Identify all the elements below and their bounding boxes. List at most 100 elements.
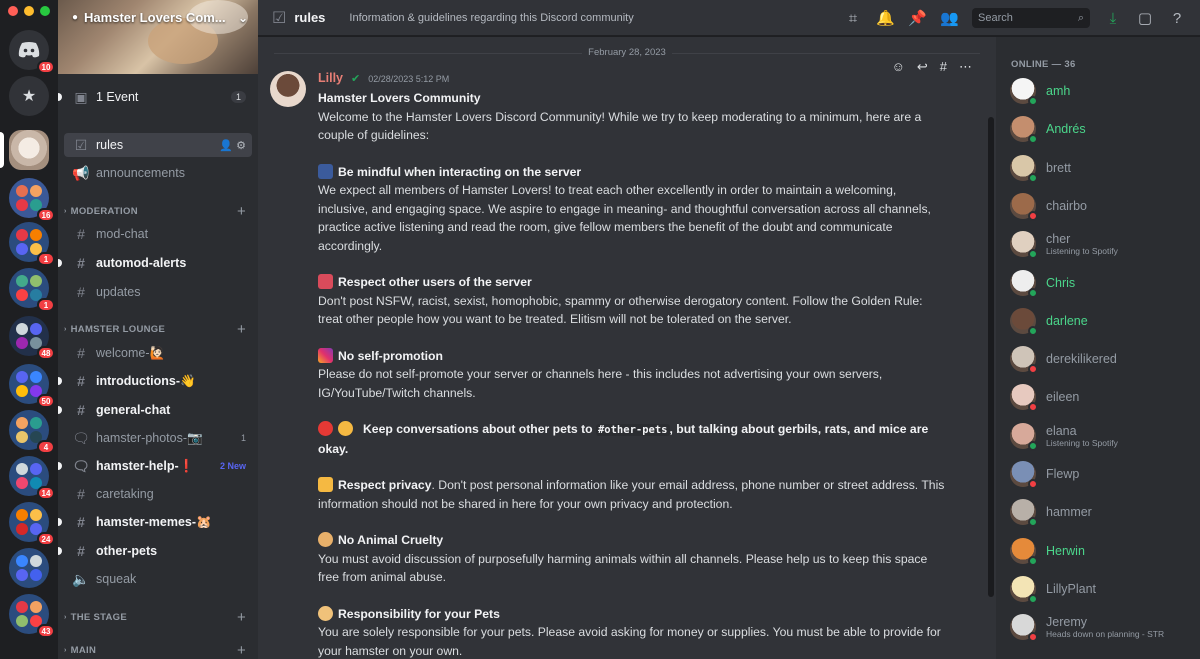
hash-icon: # (77, 486, 85, 502)
server-folder-6[interactable]: 4 (9, 410, 55, 454)
channel-caretaking[interactable]: # caretaking (64, 482, 252, 506)
channel-mod-chat[interactable]: # mod-chat (64, 222, 252, 246)
member-row[interactable]: LillyPlant (1010, 572, 1196, 606)
member-row[interactable]: eileen (1010, 380, 1196, 414)
channel-welcome[interactable]: # welcome-🙋🏻 (64, 341, 252, 365)
avatar[interactable] (1010, 499, 1038, 528)
inbox-icon[interactable]: ▢ (1136, 9, 1154, 27)
more-icon[interactable]: ⋯ (959, 59, 972, 75)
channel-hamster-help[interactable]: 🗨 hamster-help-❗ 2 New (58, 454, 252, 478)
channel-announcements[interactable]: 📢 announcements (64, 161, 252, 185)
avatar[interactable] (1010, 154, 1038, 183)
member-row[interactable]: Herwin (1010, 534, 1196, 568)
avatar[interactable] (1010, 614, 1038, 643)
avatar[interactable] (1010, 116, 1038, 145)
member-group-heading: ONLINE — 36 (1011, 59, 1076, 70)
server-folder-1[interactable]: 16 (9, 178, 55, 222)
add-channel-icon[interactable]: + (237, 609, 246, 626)
server-hamster-lovers[interactable] (9, 130, 49, 170)
avatar[interactable] (1010, 422, 1038, 451)
search-input[interactable]: Search ⌕ (972, 8, 1090, 28)
channel-hamster-memes[interactable]: # hamster-memes-🐹 (58, 510, 252, 534)
server-folder-10[interactable]: 43 (9, 594, 55, 638)
channel-updates[interactable]: # updates (64, 280, 252, 304)
close-window-button[interactable] (8, 6, 18, 16)
category-moderation[interactable]: › MODERATION + (64, 203, 252, 220)
forum-icon: 🗨 (72, 457, 90, 474)
message-area[interactable]: February 28, 2023 Lilly ✔ 02/28/2023 5:1… (258, 37, 996, 659)
avatar[interactable] (1010, 78, 1038, 106)
avatar[interactable] (1010, 346, 1038, 375)
member-name: amh (1046, 84, 1071, 98)
channel-hamster-photos[interactable]: 🗨 hamster-photos-📷 1 (64, 426, 252, 450)
reply-icon[interactable]: ↩ (917, 59, 928, 75)
download-icon[interactable]: ⤓ (1104, 10, 1122, 27)
member-row[interactable]: derekilikered (1010, 342, 1196, 376)
member-row[interactable]: darlene (1010, 304, 1196, 338)
server-folder-4[interactable]: 48 (9, 316, 55, 360)
channel-label: introductions-👋 (96, 373, 196, 388)
threads-icon[interactable]: ⌗ (844, 10, 862, 27)
rule-heading-text: Be mindful when interacting on the serve… (338, 164, 582, 179)
member-row[interactable]: chairbo (1010, 189, 1196, 223)
add-channel-icon[interactable]: + (237, 642, 246, 659)
member-row[interactable]: elana Listening to Spotify (1010, 419, 1196, 453)
member-row[interactable]: amh (1010, 74, 1196, 108)
channel-squeak[interactable]: 🔈 squeak (64, 567, 252, 591)
member-row[interactable]: Chris (1010, 266, 1196, 300)
zoom-window-button[interactable] (40, 6, 50, 16)
member-activity: Listening to Spotify (1046, 246, 1118, 257)
status-indicator (1028, 479, 1038, 489)
avatar[interactable] (270, 71, 306, 107)
server-name-button[interactable]: ● Hamster Lovers Com... ⌄ (72, 10, 248, 25)
member-row[interactable]: brett (1010, 151, 1196, 185)
help-icon[interactable]: ? (1168, 10, 1186, 27)
member-row[interactable]: cher Listening to Spotify (1010, 227, 1196, 261)
server-folder-2[interactable]: 1 (9, 222, 55, 266)
channel-automod-alerts[interactable]: # automod-alerts (58, 251, 252, 275)
server-folder-8[interactable]: 24 (9, 502, 55, 546)
avatar[interactable] (1010, 192, 1038, 221)
member-row[interactable]: Andrés (1010, 112, 1196, 146)
server-folder-5[interactable]: 50 (9, 364, 55, 408)
members-icon[interactable]: 👥 (940, 9, 959, 27)
add-channel-icon[interactable]: + (237, 321, 246, 338)
channel-mention[interactable]: #other-pets (595, 424, 670, 436)
member-row[interactable]: hammer (1010, 495, 1196, 529)
member-row[interactable]: Flewp (1010, 457, 1196, 491)
channel-topic[interactable]: Information & guidelines regarding this … (349, 12, 633, 24)
avatar[interactable] (1010, 307, 1038, 336)
events-row[interactable]: ▣ 1 Event 1 (58, 85, 252, 109)
member-row[interactable]: Jeremy Heads down on planning - STR (1010, 610, 1196, 644)
scrollbar[interactable] (988, 117, 994, 597)
pin-icon[interactable]: 📌 (908, 9, 927, 27)
server-folder-7[interactable]: 14 (9, 456, 55, 500)
message-author[interactable]: Lilly (318, 71, 343, 85)
server-folder-9[interactable] (9, 548, 49, 588)
category-the-stage[interactable]: › THE STAGE + (64, 609, 252, 626)
discover-button[interactable]: ★ (9, 76, 49, 116)
bell-icon[interactable]: 🔔 (876, 9, 895, 27)
invite-gear-icons[interactable]: 👤 ⚙ (219, 139, 246, 152)
avatar[interactable] (1010, 231, 1038, 260)
date-divider-label: February 28, 2023 (582, 47, 672, 58)
channel-general-chat[interactable]: # general-chat (58, 398, 252, 422)
avatar[interactable] (1010, 461, 1038, 489)
channel-rules[interactable]: ☑ rules 👤 ⚙ (64, 133, 252, 157)
add-channel-icon[interactable]: + (237, 203, 246, 220)
thread-icon[interactable]: # (940, 59, 947, 75)
channel-introductions[interactable]: # introductions-👋 (58, 369, 252, 393)
channel-other-pets[interactable]: # other-pets (58, 539, 252, 563)
calendar-icon: ▣ (74, 88, 88, 105)
category-hamster-lounge[interactable]: › HAMSTER LOUNGE + (64, 321, 252, 338)
avatar[interactable] (1010, 537, 1038, 566)
add-reaction-icon[interactable]: ☺ (892, 59, 905, 75)
message-intro: Welcome to the Hamster Lovers Discord Co… (318, 109, 922, 143)
category-main[interactable]: › MAIN + (64, 642, 252, 659)
avatar[interactable] (1010, 575, 1038, 604)
avatar[interactable] (1010, 384, 1038, 413)
home-button[interactable]: 10 (9, 30, 55, 74)
minimize-window-button[interactable] (24, 6, 34, 16)
avatar[interactable] (1010, 269, 1038, 298)
server-folder-3[interactable]: 1 (9, 268, 55, 312)
